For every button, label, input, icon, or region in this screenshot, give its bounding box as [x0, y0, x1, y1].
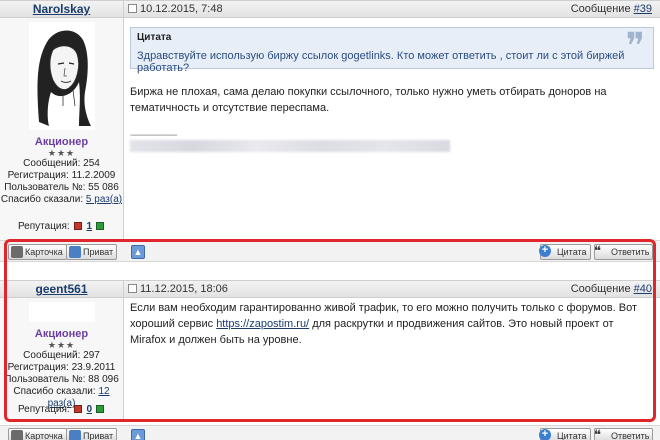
private-button[interactable]: Приват — [66, 244, 118, 260]
author-cell: geent561 — [0, 281, 124, 299]
stat-messages: Сообщений: 297 — [23, 350, 100, 361]
card-icon — [11, 430, 23, 440]
user-panel: Акционер ★★★ Сообщений: 297 Регистрация:… — [0, 298, 124, 420]
post-40: geent561 11.12.2015, 18:06 Сообщение #40… — [0, 262, 660, 440]
mail-icon — [69, 430, 81, 440]
post-date-icon — [128, 284, 137, 293]
post-39: Narolskay 10.12.2015, 7:48 Сообщение #39… — [0, 0, 660, 262]
post-number-link[interactable]: #39 — [634, 3, 652, 15]
reputation-plus-icon[interactable] — [96, 405, 105, 413]
user-rank: Акционер — [34, 136, 89, 148]
reputation-label: Репутация: — [17, 221, 70, 232]
arrow-up-icon[interactable]: ▲ — [131, 245, 145, 259]
plus-icon: + — [539, 245, 551, 257]
private-button-label: Приват — [83, 247, 114, 257]
card-button-label: Карточка — [25, 247, 63, 257]
reputation-value[interactable]: 1 — [86, 221, 92, 232]
post-number-link[interactable]: #40 — [634, 283, 652, 295]
post-header: Narolskay 10.12.2015, 7:48 Сообщение #39 — [0, 0, 660, 19]
reputation: Репутация: 1 — [0, 221, 124, 232]
rank-stars: ★★★ — [47, 340, 76, 350]
post-toolbar: Карточка Приват ▲ + Цитата ❝ Ответить — [0, 240, 660, 262]
reputation-minus-icon[interactable] — [74, 405, 83, 413]
stat-user-number: Пользователь №: 88 096 — [4, 374, 119, 385]
post-toolbar: Карточка Приват ▲ + Цитата ❝ Ответить — [0, 425, 660, 440]
post-number: Сообщение #40 — [571, 281, 652, 298]
mail-icon — [69, 246, 81, 258]
post-body: Цитата Здравствуйте использую биржу ссыл… — [124, 18, 660, 240]
post-message: Биржа не плохая, сама делаю покупки ссыл… — [130, 86, 607, 114]
author-cell: Narolskay — [0, 1, 124, 19]
private-button[interactable]: Приват — [66, 428, 118, 440]
arrow-up-icon[interactable]: ▲ — [131, 429, 145, 440]
quote-button-label: Цитата — [557, 247, 587, 257]
stat-thanks-label: Спасибо сказали: — [13, 386, 96, 397]
post-message: Если вам необходим гарантированно живой … — [130, 300, 648, 348]
post-body: Если вам необходим гарантированно живой … — [124, 298, 660, 420]
post-date: 11.12.2015, 18:06 — [128, 281, 228, 299]
stat-thanks-label: Спасибо сказали: — [0, 194, 84, 205]
reputation-minus-icon[interactable] — [74, 222, 83, 230]
stat-thanks: Спасибо сказали: 5 раз(а) — [0, 194, 123, 206]
quote-button-label: Цитата — [557, 431, 587, 440]
private-button-label: Приват — [83, 431, 114, 440]
post-number: Сообщение #39 — [571, 1, 652, 18]
reply-button-label: Ответить — [611, 247, 650, 257]
post-date-icon — [128, 4, 137, 13]
reputation-value[interactable]: 0 — [86, 404, 92, 415]
user-rank: Акционер — [34, 328, 89, 340]
quote-mark-icon: ❞ — [625, 26, 645, 67]
signature-blurred — [130, 140, 450, 152]
card-button[interactable]: Карточка — [8, 428, 67, 440]
reputation-plus-icon[interactable] — [96, 222, 105, 230]
post-date: 10.12.2015, 7:48 — [128, 1, 223, 19]
stat-thanks-link[interactable]: 5 раз(а) — [86, 194, 122, 205]
stat-user-number: Пользователь №: 55 086 — [4, 182, 119, 193]
post-header: geent561 11.12.2015, 18:06 Сообщение #40 — [0, 280, 660, 299]
reputation: Репутация: 0 — [0, 404, 124, 415]
quote-block: Цитата Здравствуйте использую биржу ссыл… — [130, 26, 654, 74]
quote-title: Цитата — [137, 32, 172, 43]
post-date-text: 10.12.2015, 7:48 — [140, 3, 223, 15]
plus-icon: + — [539, 429, 551, 440]
quote-button[interactable]: + Цитата — [539, 428, 591, 440]
user-panel: Акционер ★★★ Сообщений: 254 Регистрация:… — [0, 18, 124, 240]
post-message-link[interactable]: https://zapostim.ru/ — [216, 318, 309, 330]
author-name[interactable]: geent561 — [35, 282, 87, 296]
quote-button[interactable]: + Цитата — [539, 244, 591, 260]
reply-icon: ❝ — [594, 427, 601, 440]
stat-messages: Сообщений: 254 — [23, 158, 100, 169]
reply-button[interactable]: ❝ Ответить — [594, 243, 654, 260]
avatar[interactable] — [28, 22, 95, 130]
post-number-label: Сообщение — [570, 283, 631, 295]
avatar[interactable] — [28, 302, 95, 322]
reply-icon: ❝ — [594, 243, 601, 258]
post-date-text: 11.12.2015, 18:06 — [140, 283, 228, 295]
reply-button[interactable]: ❝ Ответить — [594, 427, 654, 440]
card-button[interactable]: Карточка — [8, 244, 67, 260]
stat-registration: Регистрация: 23.9.2011 — [7, 362, 116, 373]
quote-text: Здравствуйте использую биржу ссылок goge… — [137, 50, 625, 74]
reputation-label: Репутация: — [17, 404, 70, 415]
post-number-label: Сообщение — [570, 3, 631, 15]
stat-registration: Регистрация: 11.2.2009 — [7, 170, 116, 181]
rank-stars: ★★★ — [47, 148, 76, 158]
card-icon — [11, 246, 23, 258]
card-button-label: Карточка — [25, 431, 63, 440]
author-name[interactable]: Narolskay — [33, 2, 90, 16]
reply-button-label: Ответить — [611, 431, 650, 440]
